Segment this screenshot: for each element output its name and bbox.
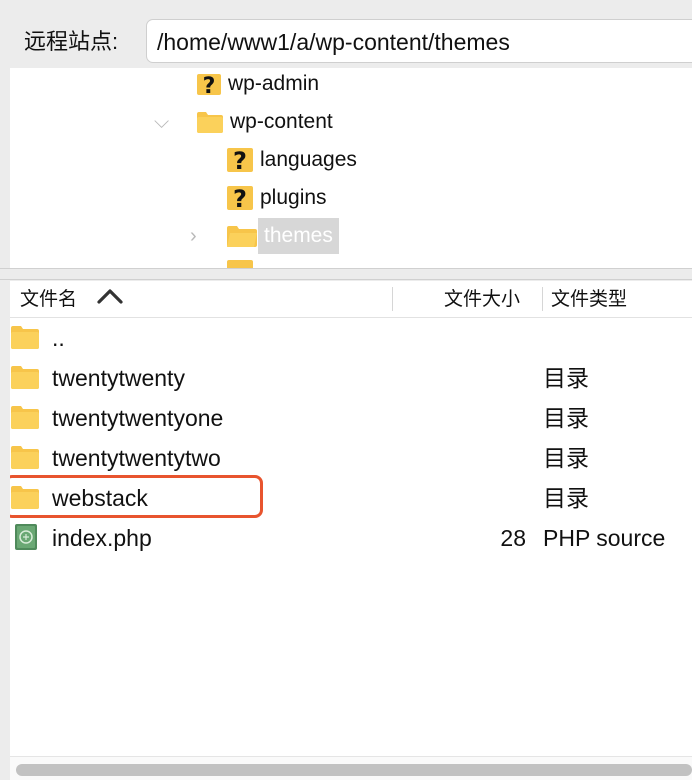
tree-item-label: plugins <box>260 186 327 209</box>
folder-icon <box>10 364 40 390</box>
file-row-webstack[interactable]: webstack 目录 <box>10 475 692 518</box>
svg-text:?: ? <box>233 147 247 174</box>
column-header-size[interactable]: 文件大小 <box>444 288 520 312</box>
file-name: twentytwentyone <box>52 405 224 431</box>
file-size: 28 <box>500 525 526 551</box>
remote-site-label: 远程站点: <box>24 29 119 54</box>
php-file-icon <box>14 523 38 551</box>
tree-item-languages[interactable]: ? languages <box>226 142 363 178</box>
remote-directory-tree: ? wp-admin ⌵ wp-content ? languages ? pl… <box>10 68 692 268</box>
tree-item-label: wp-admin <box>228 72 320 95</box>
svg-text:?: ? <box>203 74 216 97</box>
tree-item-label: wp-content <box>230 110 333 133</box>
file-type: 目录 <box>543 485 589 511</box>
file-type: 目录 <box>543 405 589 431</box>
column-header-name[interactable]: 文件名 <box>20 288 77 312</box>
file-name: webstack <box>52 485 148 511</box>
tree-item-wp-admin[interactable]: ? wp-admin <box>196 68 325 102</box>
column-header-type[interactable]: 文件类型 <box>551 288 627 312</box>
horizontal-scrollbar[interactable] <box>10 756 692 780</box>
file-row[interactable]: twentytwenty 目录 <box>10 358 692 398</box>
folder-icon <box>10 324 40 350</box>
folder-icon <box>196 110 224 134</box>
remote-file-list: 文件名 文件大小 文件类型 .. twentytwenty 目录 twentyt… <box>10 281 692 756</box>
svg-text:?: ? <box>233 185 247 212</box>
unknown-folder-icon: ? <box>226 146 254 174</box>
file-type: PHP source <box>543 525 666 551</box>
file-row-parent[interactable]: .. <box>10 318 692 358</box>
column-separator[interactable] <box>392 287 393 311</box>
file-list-header: 文件名 文件大小 文件类型 <box>10 281 692 318</box>
file-row[interactable]: index.php 28 PHP source <box>10 518 692 558</box>
unknown-folder-icon: ? <box>196 71 222 97</box>
tree-item-label: languages <box>260 148 357 171</box>
sort-ascending-icon <box>96 286 124 306</box>
tree-item-wp-content[interactable]: wp-content <box>196 104 339 140</box>
pane-splitter[interactable] <box>0 268 692 280</box>
file-row[interactable]: twentytwentyone 目录 <box>10 398 692 438</box>
file-type: 目录 <box>543 365 589 391</box>
file-name: twentytwenty <box>52 365 185 391</box>
unknown-folder-icon <box>226 258 254 268</box>
tree-item-label: themes <box>258 218 339 254</box>
file-name: twentytwentytwo <box>52 445 221 471</box>
scrollbar-thumb[interactable] <box>16 764 692 776</box>
folder-icon <box>10 444 40 470</box>
chevron-right-icon[interactable]: › <box>190 218 197 254</box>
folder-icon <box>10 484 40 510</box>
file-row[interactable]: twentytwentytwo 目录 <box>10 438 692 478</box>
unknown-folder-icon: ? <box>226 184 254 212</box>
tree-item-plugins[interactable]: ? plugins <box>226 180 333 216</box>
file-type: 目录 <box>543 445 589 471</box>
remote-site-bar: 远程站点: /home/www1/a/wp-content/themes <box>0 0 692 68</box>
remote-path-input[interactable]: /home/www1/a/wp-content/themes <box>146 19 692 63</box>
chevron-down-icon[interactable]: ⌵ <box>154 104 169 140</box>
tree-item-themes[interactable]: themes <box>226 218 339 254</box>
file-name: .. <box>52 325 65 351</box>
folder-icon <box>226 224 258 248</box>
folder-icon <box>10 404 40 430</box>
column-separator[interactable] <box>542 287 543 311</box>
file-name: index.php <box>52 525 152 551</box>
